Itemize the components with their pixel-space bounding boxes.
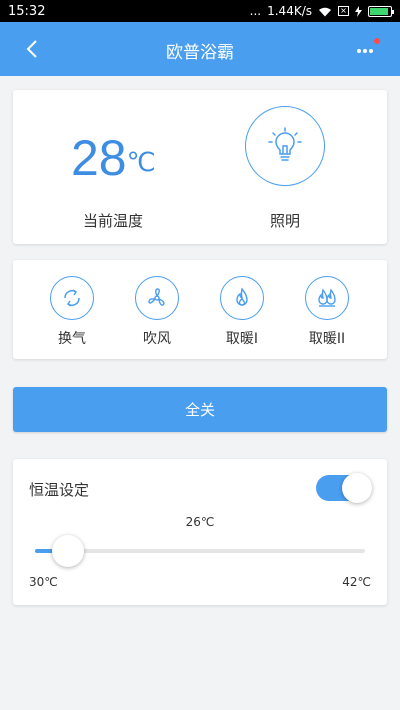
notification-dot bbox=[374, 38, 380, 44]
temperature-label: 当前温度 bbox=[83, 212, 144, 230]
mode-label: 取暖II bbox=[308, 331, 346, 347]
temperature-unit: ℃ bbox=[126, 147, 156, 177]
status-right: ... 1.44K/s × bbox=[249, 4, 394, 18]
mode-heat-low: 取暖I bbox=[219, 276, 265, 348]
ventilation-icon bbox=[64, 289, 80, 307]
all-off-button[interactable]: 全关 bbox=[13, 387, 387, 432]
wifi-icon bbox=[319, 7, 331, 16]
heat-high-icon bbox=[318, 288, 336, 307]
sim-blocked-icon: × bbox=[338, 6, 349, 16]
current-temperature: 28℃ bbox=[71, 128, 156, 188]
slider-thumb[interactable] bbox=[52, 535, 84, 567]
slider-max-label: 42℃ bbox=[342, 575, 371, 589]
thermostat-title: 恒温设定 bbox=[29, 481, 90, 499]
mode-fan: 吹风 bbox=[134, 276, 180, 348]
network-speed: 1.44K/s bbox=[267, 4, 312, 18]
page-title: 欧普浴霸 bbox=[166, 43, 234, 63]
toggle-knob bbox=[342, 473, 372, 503]
thermostat-card: 恒温设定 26℃ 30℃ 42℃ bbox=[13, 459, 387, 605]
status-time: 15:32 bbox=[8, 3, 46, 19]
slider-min-label: 30℃ bbox=[29, 575, 58, 589]
battery-icon bbox=[368, 5, 394, 17]
ventilation-button[interactable] bbox=[50, 276, 94, 320]
title-bar: 欧普浴霸 bbox=[0, 22, 400, 76]
mode-label: 吹风 bbox=[143, 331, 171, 347]
mode-label: 换气 bbox=[58, 331, 86, 347]
status-dots: ... bbox=[249, 4, 262, 18]
light-label: 照明 bbox=[270, 212, 301, 230]
fan-icon bbox=[148, 288, 165, 306]
mode-heat-high: 取暖II bbox=[304, 276, 350, 348]
heat-low-icon bbox=[236, 287, 248, 306]
thermostat-slider-track[interactable] bbox=[35, 549, 365, 553]
mode-label: 取暖I bbox=[225, 331, 259, 347]
temperature-value: 28 bbox=[71, 130, 127, 186]
status-card: 28℃ 当前温度 照明 bbox=[13, 90, 387, 244]
mode-card: 换气 吹风 取暖I 取暖II bbox=[13, 260, 387, 359]
light-bulb-icon bbox=[268, 127, 302, 161]
status-bar: 15:32 ... 1.44K/s × bbox=[0, 0, 400, 22]
heat-low-button[interactable] bbox=[220, 276, 264, 320]
battery-fill bbox=[370, 7, 388, 15]
heat-high-button[interactable] bbox=[305, 276, 349, 320]
charging-icon bbox=[355, 5, 362, 17]
thermostat-toggle[interactable] bbox=[316, 473, 372, 503]
mode-ventilation: 换气 bbox=[49, 276, 95, 348]
fan-button[interactable] bbox=[135, 276, 179, 320]
thermostat-value: 26℃ bbox=[185, 515, 215, 529]
light-button[interactable] bbox=[245, 106, 325, 186]
